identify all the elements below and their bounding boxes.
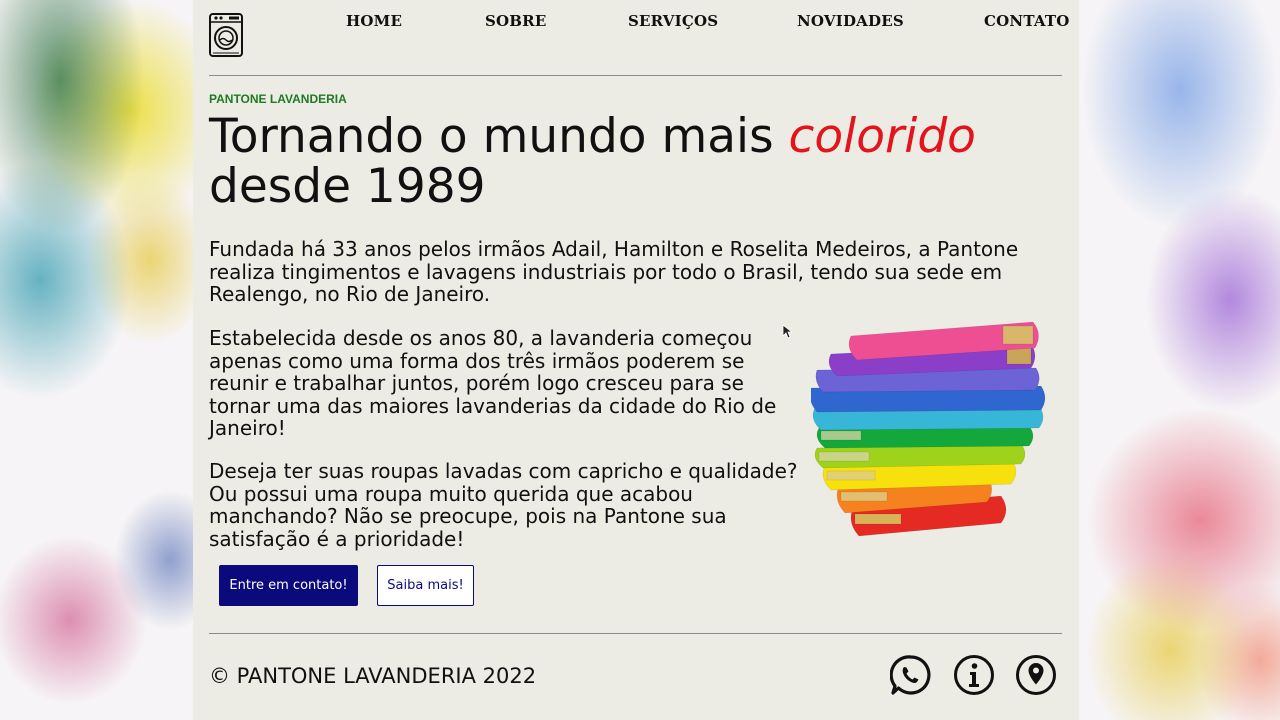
intro-paragraph: Fundada há 33 anos pelos irmãos Adail, H…	[209, 237, 1019, 306]
main-nav: HOME SOBRE SERVIÇOS NOVIDADES CONTATO	[193, 12, 1079, 32]
brand-eyebrow: PANTONE LAVANDERIA	[209, 92, 347, 106]
main-panel: HOME SOBRE SERVIÇOS NOVIDADES CONTATO PA…	[193, 0, 1079, 720]
location-pin-icon[interactable]	[1015, 654, 1057, 696]
nav-about-link[interactable]: SOBRE	[485, 12, 546, 30]
headline-text-line2: desde 1989	[209, 159, 486, 214]
nav-contact-link[interactable]: CONTATO	[984, 12, 1070, 30]
history-paragraph: Estabelecida desde os anos 80, a lavande…	[209, 326, 777, 440]
colorful-fabric-stack-image	[811, 321, 1046, 537]
headline-accent-word: colorido	[788, 109, 976, 164]
headline-text: Tornando o mundo mais	[209, 109, 789, 164]
pitch-paragraph: Deseja ter suas roupas lavadas com capri…	[209, 459, 798, 551]
header-divider	[209, 75, 1062, 76]
nav-news-link[interactable]: NOVIDADES	[797, 12, 904, 30]
info-icon[interactable]	[953, 654, 995, 696]
learn-more-button[interactable]: Saiba mais!	[377, 565, 474, 606]
footer-divider	[209, 633, 1062, 634]
footer-copyright: © PANTONE LAVANDERIA 2022	[209, 664, 537, 688]
hero-headline: Tornando o mundo mais colorido desde 198…	[209, 112, 1069, 212]
mouse-cursor-icon	[782, 324, 794, 339]
nav-home-link[interactable]: HOME	[346, 12, 402, 30]
whatsapp-icon[interactable]	[890, 654, 932, 696]
nav-services-link[interactable]: SERVIÇOS	[628, 12, 718, 30]
contact-cta-button[interactable]: Entre em contato!	[219, 565, 358, 606]
